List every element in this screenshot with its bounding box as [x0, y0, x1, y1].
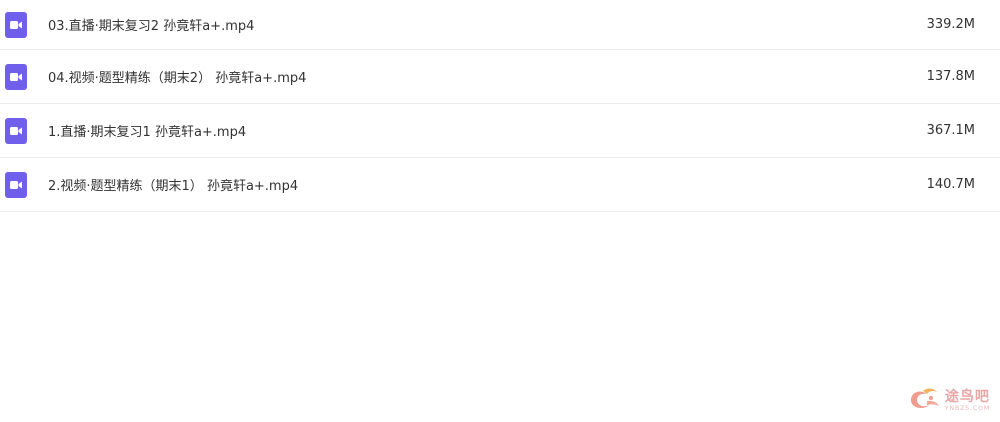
file-row[interactable]: 04.视频·题型精练（期末2） 孙竟轩a+.mp4 137.8M — [0, 50, 1000, 104]
watermark-title: 途鸟吧 — [944, 389, 990, 405]
file-row[interactable]: 1.直播·期末复习1 孙竟轩a+.mp4 367.1M — [0, 104, 1000, 158]
file-list: 03.直播·期末复习2 孙竟轩a+.mp4 339.2M 04.视频·题型精练（… — [0, 0, 1000, 212]
file-size: 339.2M — [926, 17, 975, 32]
watermark-logo-icon — [907, 386, 943, 416]
file-size: 367.1M — [926, 123, 975, 138]
watermark: 途鸟吧 YNBZS.COM — [907, 386, 990, 416]
file-name[interactable]: 03.直播·期末复习2 孙竟轩a+.mp4 — [48, 15, 254, 34]
file-name[interactable]: 1.直播·期末复习1 孙竟轩a+.mp4 — [48, 121, 246, 140]
file-name[interactable]: 2.视频·题型精练（期末1） 孙竟轩a+.mp4 — [48, 175, 298, 194]
file-row[interactable]: 2.视频·题型精练（期末1） 孙竟轩a+.mp4 140.7M — [0, 158, 1000, 212]
video-file-icon — [5, 171, 27, 198]
video-file-icon — [5, 11, 27, 38]
watermark-text: 途鸟吧 YNBZS.COM — [945, 390, 990, 412]
watermark-subtitle: YNBZS.COM — [944, 405, 990, 412]
video-file-icon — [5, 117, 27, 144]
video-file-icon — [5, 63, 27, 90]
file-name[interactable]: 04.视频·题型精练（期末2） 孙竟轩a+.mp4 — [48, 67, 306, 86]
file-size: 137.8M — [926, 69, 975, 84]
file-row[interactable]: 03.直播·期末复习2 孙竟轩a+.mp4 339.2M — [0, 0, 1000, 50]
file-size: 140.7M — [926, 177, 975, 192]
